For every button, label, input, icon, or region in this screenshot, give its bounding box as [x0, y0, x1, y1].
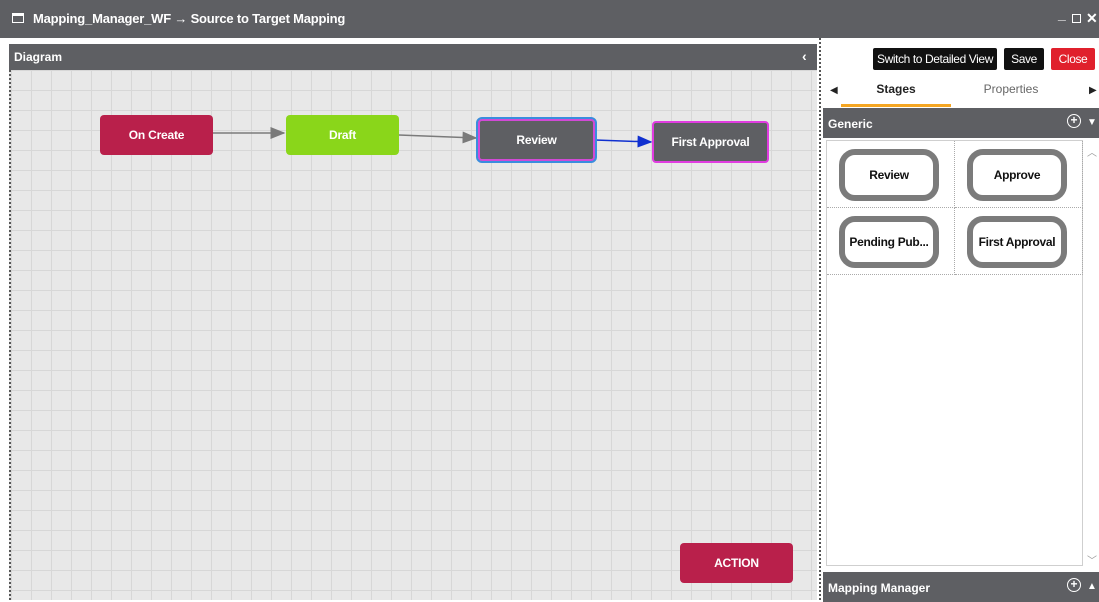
close-button[interactable]: Close [1051, 48, 1095, 70]
palette-cell: Review [827, 141, 955, 208]
save-button[interactable]: Save [1004, 48, 1044, 70]
switch-detailed-view-button[interactable]: Switch to Detailed View [873, 48, 997, 70]
palette-stage-review[interactable]: Review [839, 149, 939, 201]
window-icon [12, 13, 24, 23]
palette-stage-first-approval[interactable]: First Approval [967, 216, 1067, 268]
stage-node-draft[interactable]: Draft [286, 115, 399, 155]
tab-stages[interactable]: Stages [841, 82, 951, 96]
stage-node-on-create[interactable]: On Create [100, 115, 213, 155]
scroll-down-icon[interactable]: ﹀ [1087, 552, 1097, 567]
add-circle-icon[interactable]: + [1067, 114, 1081, 128]
tab-bar: ◀ Stages Properties ▶ [821, 76, 1099, 107]
palette-stage-pending-pub[interactable]: Pending Pub... [839, 216, 939, 268]
stages-palette: Review Approve Pending Pub... First Appr… [826, 140, 1083, 566]
maximize-button[interactable] [1072, 14, 1081, 23]
add-circle-icon[interactable]: + [1067, 578, 1081, 592]
chevron-left-icon[interactable]: ‹ [802, 48, 807, 64]
action-node[interactable]: ACTION [680, 543, 793, 583]
palette-stage-approve[interactable]: Approve [967, 149, 1067, 201]
tab-properties[interactable]: Properties [951, 82, 1071, 96]
palette-cell: Approve [955, 141, 1083, 208]
stage-node-review[interactable]: Review [476, 117, 597, 163]
minimize-button[interactable]: _ [1058, 6, 1066, 22]
mapping-manager-label: Mapping Manager [828, 581, 931, 595]
stage-node-first-approval[interactable]: First Approval [652, 121, 769, 163]
diagram-title: Diagram [14, 50, 63, 64]
generic-group-label: Generic [828, 117, 873, 131]
mapping-manager-group-header[interactable]: Mapping Manager + ▲ [823, 572, 1099, 602]
close-window-button[interactable]: ✕ [1086, 10, 1098, 27]
caret-up-icon[interactable]: ▲ [1087, 581, 1097, 592]
active-tab-indicator [841, 104, 951, 107]
side-panel: Switch to Detailed View Save Close ◀ Sta… [819, 38, 1099, 602]
diagram-header: Diagram ‹ [9, 44, 817, 70]
caret-down-icon[interactable]: ▼ [1087, 117, 1097, 128]
palette-cell: First Approval [955, 208, 1083, 275]
window-title: Mapping_Manager_WF → Source to Target Ma… [33, 11, 346, 26]
palette-cell: Pending Pub... [827, 208, 955, 275]
generic-group-header[interactable]: Generic + ▼ [823, 108, 1099, 138]
scroll-up-icon[interactable]: ︿ [1087, 144, 1097, 159]
tab-scroll-left-icon[interactable]: ◀ [830, 85, 838, 96]
tab-scroll-right-icon[interactable]: ▶ [1089, 85, 1097, 96]
window-titlebar: Mapping_Manager_WF → Source to Target Ma… [0, 0, 1099, 38]
palette-scrollbar[interactable]: ︿ ﹀ [1084, 142, 1099, 568]
